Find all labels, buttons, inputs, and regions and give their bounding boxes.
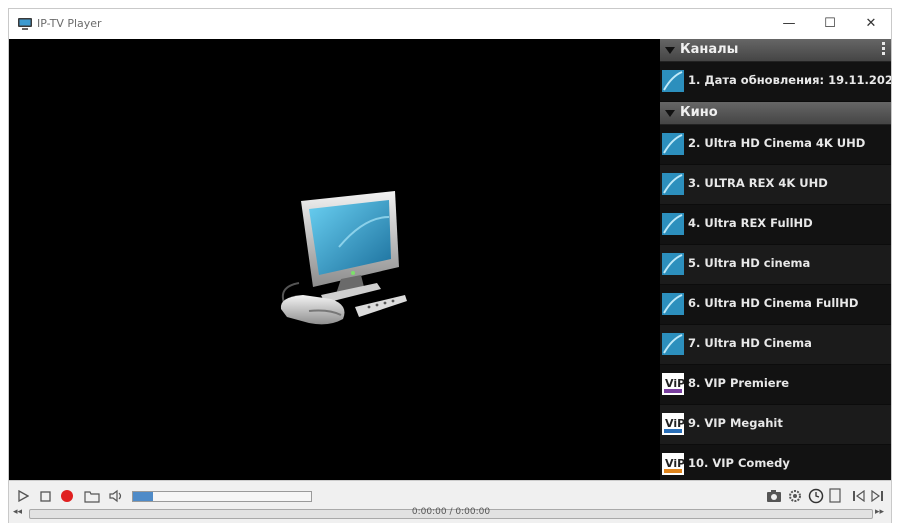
channel-item-5[interactable]: 5. Ultra HD cinema (660, 245, 891, 285)
time-readout: 0:00:00 / 0:00:00 (411, 507, 491, 517)
video-area[interactable] (9, 39, 660, 480)
open-folder-icon[interactable] (84, 489, 100, 503)
stop-icon[interactable] (40, 491, 51, 502)
channel-item-9[interactable]: ViP 9. VIP Megahit (660, 405, 891, 445)
tv-channel-icon (662, 253, 684, 275)
channel-label: 8. VIP Premiere (688, 376, 790, 390)
playlist-toggle-icon[interactable] (829, 488, 841, 504)
channel-label: 2. Ultra HD Cinema 4K UHD (688, 136, 866, 150)
group-title: Кино (680, 105, 718, 120)
volume-slider[interactable] (132, 491, 312, 502)
more-options-icon[interactable] (882, 42, 885, 57)
channel-item-10[interactable]: ViP 10. VIP Comedy (660, 445, 891, 480)
channel-item-1[interactable]: 1. Дата обновления: 19.11.2021... (660, 62, 891, 102)
vip-logo-icon: ViP (662, 373, 684, 395)
settings-gear-icon[interactable] (787, 488, 803, 504)
volume-icon[interactable] (109, 489, 125, 503)
svg-text:ViP: ViP (665, 377, 684, 390)
tv-channel-icon (662, 293, 684, 315)
player-window: IP-TV Player — ☐ ✕ Каналы 1. Дата обновл… (8, 8, 892, 523)
channel-item-6[interactable]: 6. Ultra HD Cinema FullHD (660, 285, 891, 325)
channel-item-3[interactable]: 3. ULTRA REX 4K UHD (660, 165, 891, 205)
tv-app-icon (18, 18, 32, 30)
minimize-button[interactable]: — (767, 9, 811, 39)
control-bar: ◂◂ 0:00:00 / 0:00:00 ▸▸ (9, 480, 891, 523)
svg-text:ViP: ViP (665, 457, 684, 470)
group-header-kino[interactable]: Кино (660, 102, 891, 125)
vip-logo-icon: ViP (662, 413, 684, 435)
channel-item-7[interactable]: 7. Ultra HD Cinema (660, 325, 891, 365)
channel-label: 5. Ultra HD cinema (688, 256, 811, 270)
clock-icon[interactable] (808, 488, 824, 504)
channel-label: 1. Дата обновления: 19.11.2021... (688, 73, 891, 87)
seek-forward-icon[interactable]: ▸▸ (875, 507, 884, 517)
svg-text:ViP: ViP (665, 417, 684, 430)
channel-item-8[interactable]: ViP 8. VIP Premiere (660, 365, 891, 405)
channel-list[interactable]: Каналы 1. Дата обновления: 19.11.2021...… (660, 39, 891, 480)
seek-back-icon[interactable]: ◂◂ (13, 507, 22, 517)
channel-item-2[interactable]: 2. Ultra HD Cinema 4K UHD (660, 125, 891, 165)
volume-level-fill (133, 492, 153, 501)
maximize-button[interactable]: ☐ (808, 9, 852, 39)
group-header-channels[interactable]: Каналы (660, 39, 891, 62)
camera-icon[interactable] (766, 489, 782, 503)
tv-channel-icon (662, 70, 684, 92)
channel-label: 9. VIP Megahit (688, 416, 783, 430)
collapse-triangle-icon[interactable] (665, 47, 675, 54)
next-channel-icon[interactable] (870, 490, 884, 502)
channel-label: 3. ULTRA REX 4K UHD (688, 176, 828, 190)
vip-logo-icon: ViP (662, 453, 684, 475)
collapse-triangle-icon[interactable] (665, 110, 675, 117)
seek-bar[interactable]: 0:00:00 / 0:00:00 (29, 507, 873, 519)
tv-channel-icon (662, 173, 684, 195)
previous-channel-icon[interactable] (852, 490, 866, 502)
tv-channel-icon (662, 133, 684, 155)
window-title: IP-TV Player (37, 17, 102, 30)
channel-label: 6. Ultra HD Cinema FullHD (688, 296, 859, 310)
record-icon[interactable] (60, 489, 74, 503)
close-button[interactable]: ✕ (849, 9, 893, 39)
tv-placeholder-icon (280, 191, 407, 325)
tv-channel-icon (662, 333, 684, 355)
channel-item-4[interactable]: 4. Ultra REX FullHD (660, 205, 891, 245)
title-bar[interactable]: IP-TV Player — ☐ ✕ (9, 9, 891, 39)
channel-label: 10. VIP Comedy (688, 456, 790, 470)
play-icon[interactable] (17, 490, 29, 502)
channel-label: 4. Ultra REX FullHD (688, 216, 813, 230)
group-title: Каналы (680, 42, 739, 57)
tv-channel-icon (662, 213, 684, 235)
channel-label: 7. Ultra HD Cinema (688, 336, 812, 350)
